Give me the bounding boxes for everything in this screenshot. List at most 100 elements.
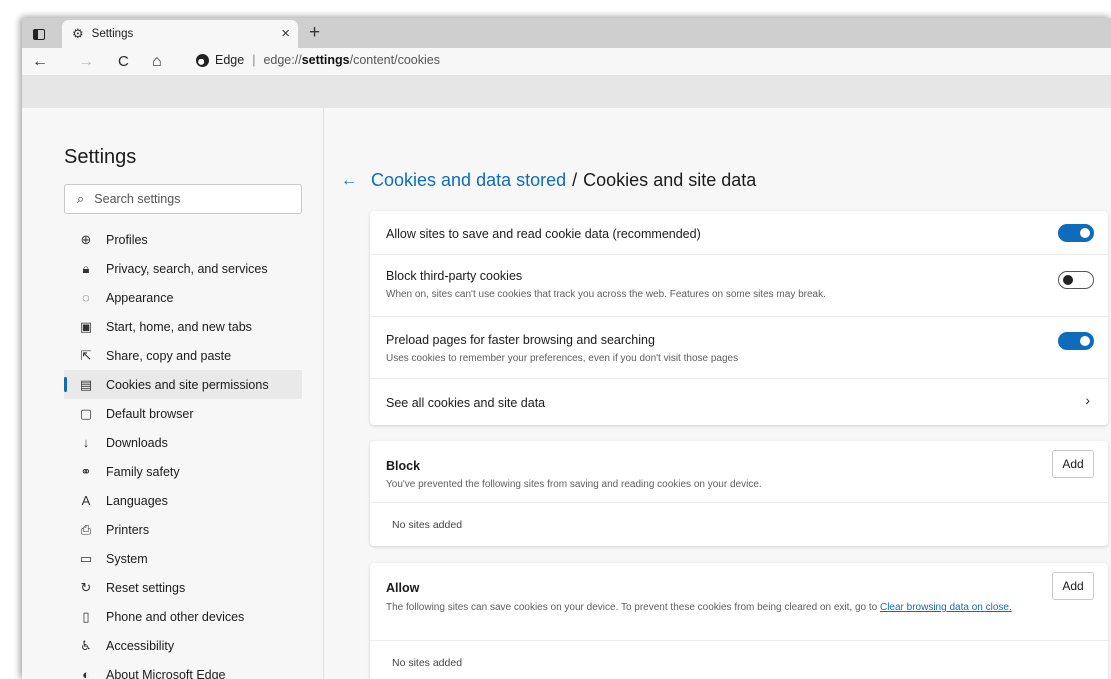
default-browser-icon: ▢ (79, 405, 93, 421)
block-empty-row: No sites added (370, 503, 1108, 546)
address-bar[interactable]: Edge | edge://settings/content/cookies (196, 53, 440, 67)
family-icon: ⚭ (80, 463, 92, 479)
allow-desc-text: The following sites can save cookies on … (386, 602, 878, 613)
content-area: Settings ⌕ Search settings ⊕ Profiles 🔒︎ Pr… (22, 108, 1111, 679)
setting-desc: Uses cookies to remember your preference… (386, 353, 739, 364)
back-icon[interactable]: ← (32, 53, 48, 71)
sidebar-item-downloads[interactable]: ↓ Downloads (64, 428, 302, 457)
tab-settings[interactable]: ⚙ Settings × (62, 20, 298, 48)
breadcrumb-link[interactable]: Cookies and data stored (371, 170, 566, 191)
system-icon: ▭ (79, 550, 93, 566)
setting-title: Allow sites to save and read cookie data… (386, 227, 701, 241)
sidebar-item-label: Cookies and site permissions (106, 377, 269, 392)
setting-title: Block third-party cookies (386, 269, 523, 283)
tab-actions-icon (33, 28, 45, 40)
url-prefix: edge:// (263, 53, 302, 67)
sidebar-item-default-browser[interactable]: ▢ Default browser (64, 399, 302, 428)
sidebar-item-label: Printers (106, 522, 150, 537)
sidebar-item-start-home-and-new-tabs[interactable]: ▣ Start, home, and new tabs (64, 312, 302, 341)
phone-icon: ▯ (82, 608, 90, 624)
breadcrumb: ← Cookies and data stored / Cookies and … (341, 170, 756, 191)
sidebar-item-profiles[interactable]: ⊕ Profiles (64, 225, 302, 254)
sidebar-item-label: Phone and other devices (106, 609, 245, 624)
sidebar-item-family-safety[interactable]: ⚭ Family safety (64, 457, 302, 486)
sidebar-item-about-microsoft-edge[interactable]: ◐ About Microsoft Edge (64, 660, 302, 679)
sidebar-item-appearance[interactable]: ◌ Appearance (64, 283, 302, 312)
sidebar-item-label: Family safety (106, 464, 180, 479)
back-arrow-icon[interactable]: ← (341, 172, 357, 190)
setting-desc: When on, sites can't use cookies that tr… (386, 289, 826, 300)
sidebar-item-label: About Microsoft Edge (106, 667, 226, 679)
block-add-button[interactable]: Add (1052, 450, 1094, 478)
address-separator: | (252, 53, 256, 67)
search-placeholder: Search settings (94, 192, 181, 206)
setting-row-block-third-party: Block third-party cookies When on, sites… (370, 255, 1108, 317)
sidebar-item-languages[interactable]: A Languages (64, 486, 302, 515)
sidebar-item-label: Reset settings (106, 580, 186, 595)
sidebar-item-printers[interactable]: ⎙ Printers (64, 515, 302, 544)
refresh-icon[interactable]: C (118, 53, 129, 70)
allow-header-row: Allow The following sites can save cooki… (370, 563, 1108, 641)
browser-window: ⚙ Settings × + ← → C ⌂ Edge | edge://set… (22, 18, 1111, 679)
allow-title: Allow (386, 581, 420, 595)
block-header-row: Block You've prevented the following sit… (370, 441, 1108, 503)
allow-empty-row: No sites added (370, 641, 1108, 679)
forward-icon[interactable]: → (78, 53, 94, 71)
allow-card: Allow The following sites can save cooki… (370, 563, 1108, 679)
sidebar-item-label: Privacy, search, and services (106, 261, 268, 276)
gear-icon: ⚙ (72, 26, 84, 41)
setting-row-preload-pages: Preload pages for faster browsing and se… (370, 317, 1108, 379)
start-icon: ▣ (79, 318, 93, 334)
breadcrumb-current: Cookies and site data (583, 170, 757, 190)
sidebar-item-privacy-search-and-services[interactable]: 🔒︎ Privacy, search, and services (64, 254, 302, 283)
cookies-icon: ▤ (79, 376, 93, 392)
allow-cookies-toggle[interactable] (1058, 224, 1094, 242)
clear-browsing-data-link[interactable]: Clear browsing data on close. (880, 602, 1012, 613)
sidebar-item-cookies-and-site-permissions[interactable]: ▤ Cookies and site permissions (64, 370, 302, 399)
edge-icon: ◐ (82, 667, 90, 679)
block-desc: You've prevented the following sites fro… (386, 479, 762, 490)
sidebar-title: Settings (64, 146, 137, 168)
breadcrumb-separator: / (572, 170, 578, 190)
setting-title: See all cookies and site data (386, 396, 546, 410)
chevron-right-icon: › (1085, 392, 1090, 408)
cookie-settings-card: Allow sites to save and read cookie data… (370, 211, 1108, 425)
sidebar-item-label: Appearance (106, 290, 174, 305)
sidebar-item-reset-settings[interactable]: ↻ Reset settings (64, 573, 302, 602)
tab-strip: ⚙ Settings × + (22, 18, 1111, 48)
setting-title: Preload pages for faster browsing and se… (386, 333, 655, 347)
sidebar: Settings ⌕ Search settings ⊕ Profiles 🔒︎ Pr… (22, 108, 324, 679)
search-icon: ⌕ (77, 191, 85, 206)
search-input[interactable]: ⌕ Search settings (64, 184, 302, 214)
tab-title: Settings (91, 28, 134, 40)
setting-row-allow-cookies: Allow sites to save and read cookie data… (370, 211, 1108, 255)
edge-icon (196, 53, 209, 67)
sidebar-item-label: System (106, 551, 148, 566)
sidebar-item-share-copy-and-paste[interactable]: ⇱ Share, copy and paste (64, 341, 302, 370)
preload-pages-toggle[interactable] (1058, 332, 1094, 350)
see-all-cookies-row[interactable]: See all cookies and site data › (370, 379, 1108, 425)
sidebar-item-system[interactable]: ▭ System (64, 544, 302, 573)
tab-actions-button[interactable] (28, 24, 50, 44)
block-title: Block (386, 459, 421, 473)
url-strong: settings (301, 53, 350, 67)
sidebar-item-label: Share, copy and paste (106, 348, 232, 363)
url-suffix: /content/cookies (349, 53, 440, 67)
sidebar-item-accessibility[interactable]: ♿ Accessibility (64, 631, 302, 660)
toolbar-band (22, 76, 1111, 108)
toolbar: ← → C ⌂ Edge | edge://settings/content/c… (22, 48, 1111, 76)
sidebar-item-phone-and-other-devices[interactable]: ▯ Phone and other devices (64, 602, 302, 631)
new-tab-button[interactable]: + (309, 22, 320, 44)
address-brand: Edge (215, 53, 245, 67)
close-tab-icon[interactable]: × (281, 25, 290, 42)
main-panel: ← Cookies and data stored / Cookies and … (325, 108, 1111, 679)
sidebar-item-label: Default browser (106, 406, 194, 421)
download-icon: ↓ (82, 435, 90, 450)
home-icon[interactable]: ⌂ (152, 53, 162, 71)
allow-add-button[interactable]: Add (1052, 572, 1094, 600)
sidebar-item-label: Languages (106, 493, 168, 508)
printer-icon: ⎙ (80, 521, 92, 537)
sidebar-item-label: Accessibility (106, 638, 175, 653)
block-third-party-toggle[interactable] (1058, 271, 1094, 289)
languages-icon: A (81, 493, 91, 508)
